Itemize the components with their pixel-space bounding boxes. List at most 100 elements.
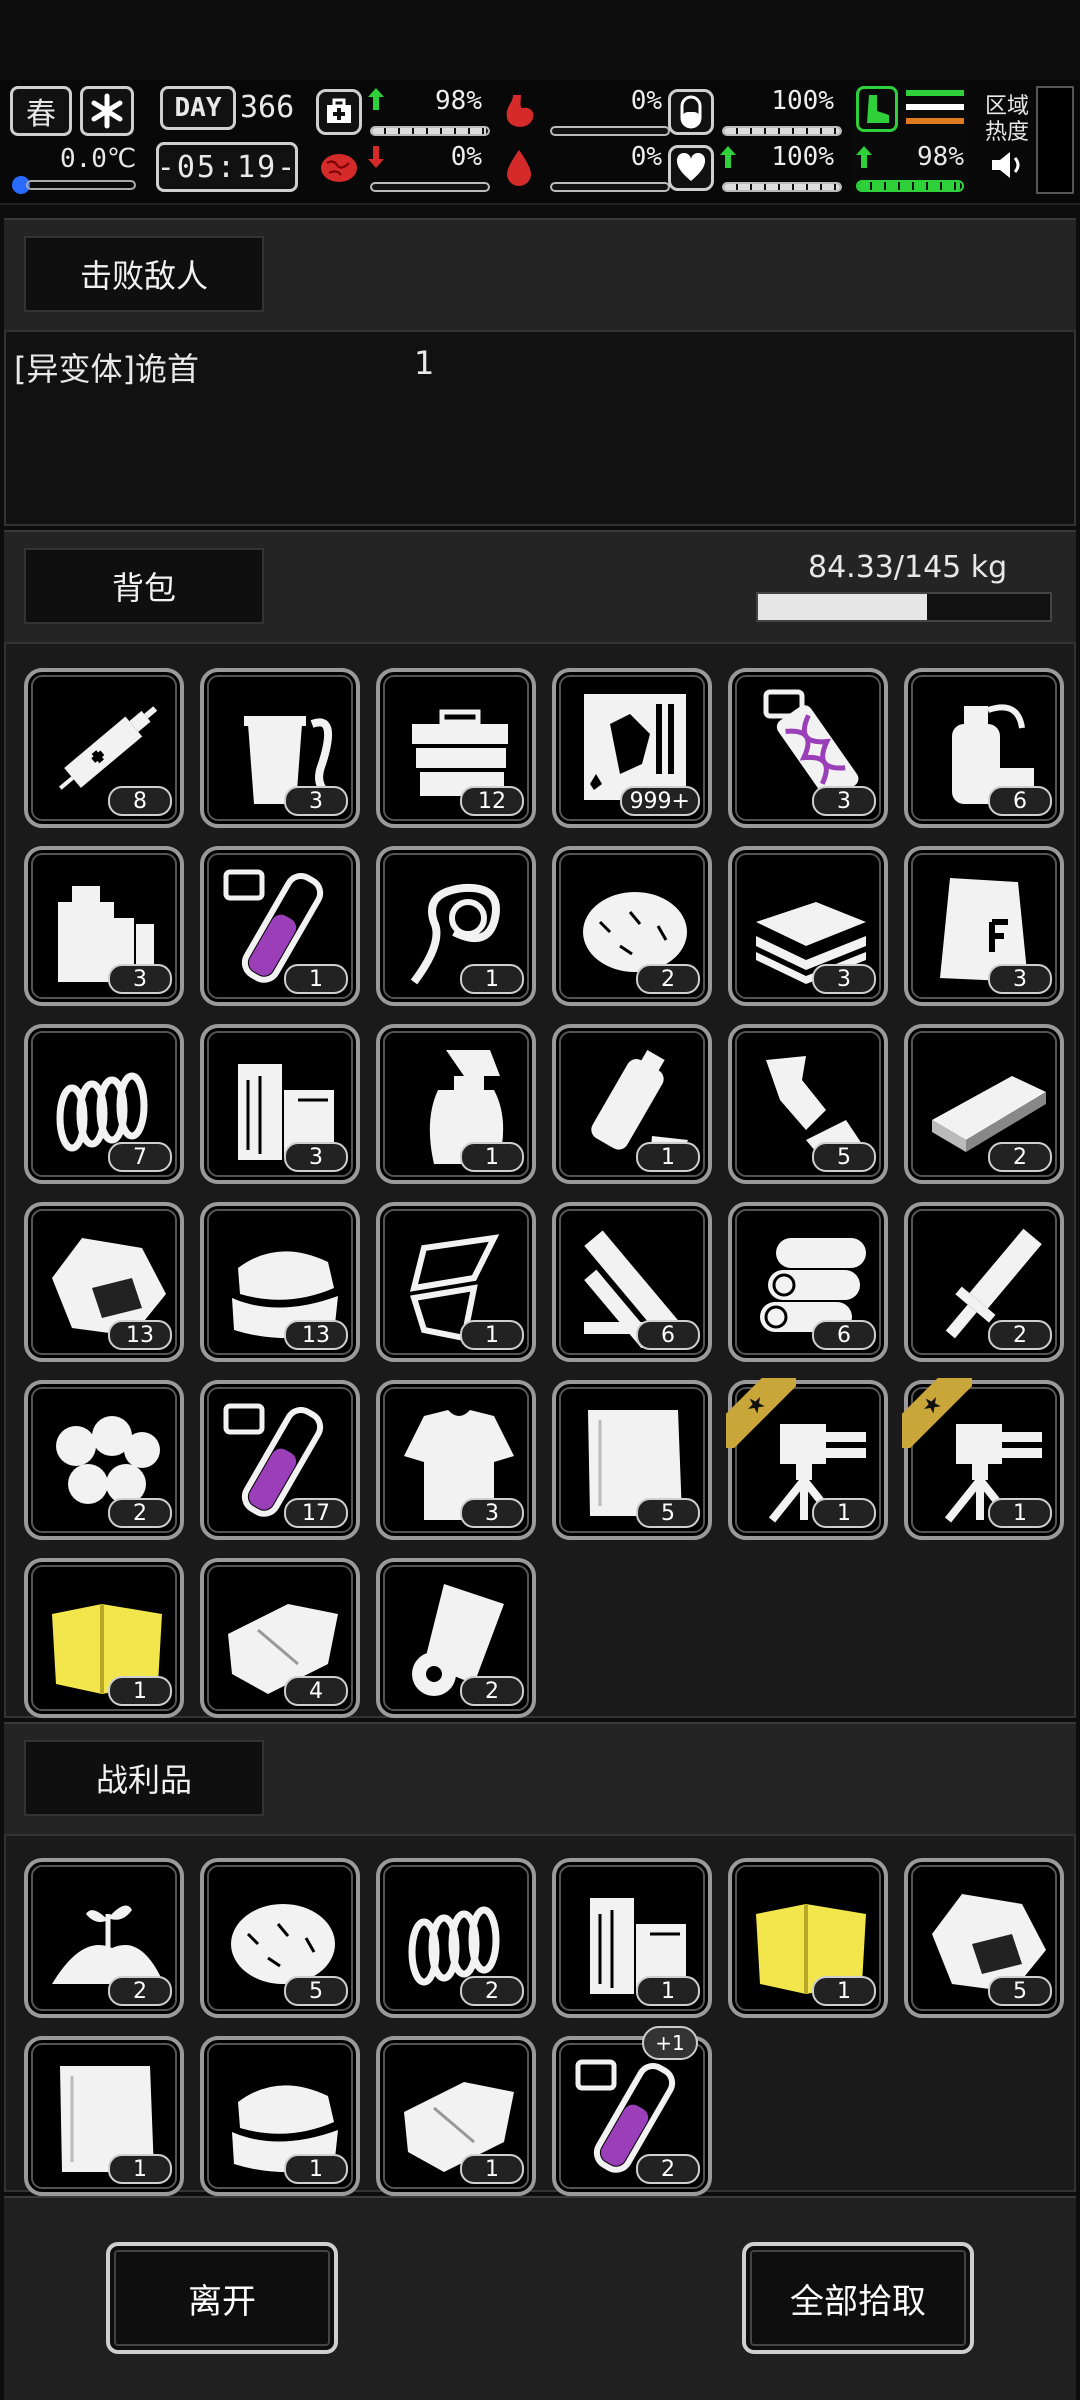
leg-status: 98%: [852, 86, 968, 194]
blood-drop-icon: [496, 145, 542, 191]
defeated-header: 击败敌人: [4, 218, 1076, 330]
backpack-item-slot[interactable]: 13: [24, 1202, 184, 1362]
item-count: 3: [988, 964, 1052, 994]
temperature-gauge: [12, 176, 136, 194]
backpack-item-slot[interactable]: 1: [376, 1024, 536, 1184]
backpack-item-slot[interactable]: 2: [904, 1202, 1064, 1362]
backpack-item-slot[interactable]: 5: [728, 1024, 888, 1184]
loot-item-slot[interactable]: 1: [24, 2036, 184, 2196]
action-bar: 离开 全部拾取: [4, 2196, 1076, 2400]
backpack-item-slot[interactable]: 3: [200, 1024, 360, 1184]
backpack-item-slot[interactable]: 2: [24, 1380, 184, 1540]
item-count: 1: [988, 1498, 1052, 1528]
backpack-item-slot[interactable]: 7: [24, 1024, 184, 1184]
item-count: 2: [988, 1320, 1052, 1350]
backpack-item-slot[interactable]: 6: [904, 668, 1064, 828]
backpack-item-slot[interactable]: 5: [552, 1380, 712, 1540]
weather-snow-icon[interactable]: [80, 86, 134, 136]
backpack-item-slot[interactable]: 3: [24, 846, 184, 1006]
tab-backpack[interactable]: 背包: [24, 548, 264, 624]
backpack-item-slot[interactable]: 3: [728, 668, 888, 828]
item-count: 2: [636, 964, 700, 994]
leave-button[interactable]: 离开: [106, 2242, 338, 2354]
backpack-item-slot[interactable]: 3: [376, 1380, 536, 1540]
stamina-bar: [722, 126, 842, 136]
loot-item-slot[interactable]: 1: [728, 1858, 888, 2018]
item-count: 13: [108, 1320, 172, 1350]
loot-item-slot[interactable]: 1: [376, 2036, 536, 2196]
loot-item-slot[interactable]: +1 2: [552, 2026, 712, 2196]
item-count: 1: [812, 1498, 876, 1528]
item-count: 13: [284, 1320, 348, 1350]
mood-bar: [722, 182, 842, 192]
mood-value: 100%: [771, 142, 834, 172]
status-bar: 春 0.0℃ DAY 366 -05:19- 98% 0% 100% 0% 0%…: [0, 80, 1080, 205]
backpack-item-slot[interactable]: 1: [24, 1558, 184, 1718]
loot-item-slot[interactable]: 2: [24, 1858, 184, 2018]
item-count: 17: [284, 1498, 348, 1528]
backpack-item-slot[interactable]: 2: [376, 1558, 536, 1718]
enemy-name: [异变体]诡首: [14, 350, 199, 388]
item-count: 4: [284, 1676, 348, 1706]
temperature-readout: 0.0℃: [60, 144, 137, 174]
item-count: 1: [108, 2154, 172, 2184]
backpack-item-slot[interactable]: 13: [200, 1202, 360, 1362]
health-stat: 98%: [316, 86, 490, 140]
backpack-item-slot[interactable]: 4: [200, 1558, 360, 1718]
backpack-item-slot[interactable]: 17: [200, 1380, 360, 1540]
item-count: 3: [812, 786, 876, 816]
tab-defeated-enemies[interactable]: 击败敌人: [24, 236, 264, 312]
backpack-item-slot[interactable]: 6: [552, 1202, 712, 1362]
thirst-stat: 0%: [496, 142, 670, 196]
item-count: 6: [636, 1320, 700, 1350]
backpack-item-slot[interactable]: 1: [376, 846, 536, 1006]
bonus-badge: +1: [642, 2026, 698, 2060]
item-count: 2: [636, 2154, 700, 2184]
loot-item-slot[interactable]: 1: [200, 2036, 360, 2196]
day-counter: 366: [240, 90, 295, 125]
weight-bar: [756, 592, 1052, 622]
star-ribbon-icon: ★: [726, 1378, 796, 1448]
backpack-grid-panel: 8 3 12 999+ 3 6 3 1 1 2 3 3 7 3 1 1 5 2 13 13 1 6 6 2 2 17 3 5 ★ 1 ★ 1 1…: [4, 642, 1076, 1718]
tab-loot[interactable]: 战利品: [24, 1740, 264, 1816]
speaker-icon[interactable]: [990, 150, 1026, 180]
backpack-item-slot[interactable]: 1: [200, 846, 360, 1006]
loot-item-slot[interactable]: 1: [552, 1858, 712, 2018]
loot-item-slot[interactable]: 5: [904, 1858, 1064, 2018]
item-count: 1: [284, 964, 348, 994]
item-count: 3: [812, 964, 876, 994]
defeated-list: [异变体]诡首 1: [4, 330, 1076, 526]
pickup-all-button[interactable]: 全部拾取: [742, 2242, 974, 2354]
backpack-item-slot[interactable]: ★ 1: [726, 1378, 888, 1540]
item-count: 1: [636, 1142, 700, 1172]
weight-readout: 84.33/145 kg: [808, 550, 1008, 585]
backpack-item-slot[interactable]: 3: [728, 846, 888, 1006]
health-bar: [370, 126, 490, 136]
backpack-item-slot[interactable]: 2: [904, 1024, 1064, 1184]
leg-bar: [856, 180, 964, 192]
backpack-item-slot[interactable]: 6: [728, 1202, 888, 1362]
backpack-item-slot[interactable]: 12: [376, 668, 536, 828]
backpack-header: 背包 84.33/145 kg: [4, 530, 1076, 642]
backpack-item-slot[interactable]: ★ 1: [902, 1378, 1064, 1540]
hunger-stat: 0%: [496, 86, 670, 140]
item-count: 999+: [619, 786, 700, 816]
item-count: 1: [460, 1320, 524, 1350]
backpack-item-slot[interactable]: 8: [24, 668, 184, 828]
thirst-value: 0%: [630, 142, 662, 172]
backpack-item-slot[interactable]: 1: [552, 1024, 712, 1184]
backpack-item-slot[interactable]: 2: [552, 846, 712, 1006]
item-count: 1: [284, 2154, 348, 2184]
loot-item-slot[interactable]: 2: [376, 1858, 536, 2018]
stamina-stat: 100%: [668, 86, 842, 140]
backpack-item-slot[interactable]: 3: [904, 846, 1064, 1006]
season-indicator: 春: [10, 86, 72, 136]
item-count: 2: [460, 1676, 524, 1706]
heart-icon: [668, 145, 714, 191]
backpack-item-slot[interactable]: 1: [376, 1202, 536, 1362]
loot-item-slot[interactable]: 5: [200, 1858, 360, 2018]
backpack-item-slot[interactable]: 3: [200, 668, 360, 828]
item-count: 2: [108, 1498, 172, 1528]
backpack-item-slot[interactable]: 999+: [552, 668, 712, 828]
item-count: 1: [460, 2154, 524, 2184]
